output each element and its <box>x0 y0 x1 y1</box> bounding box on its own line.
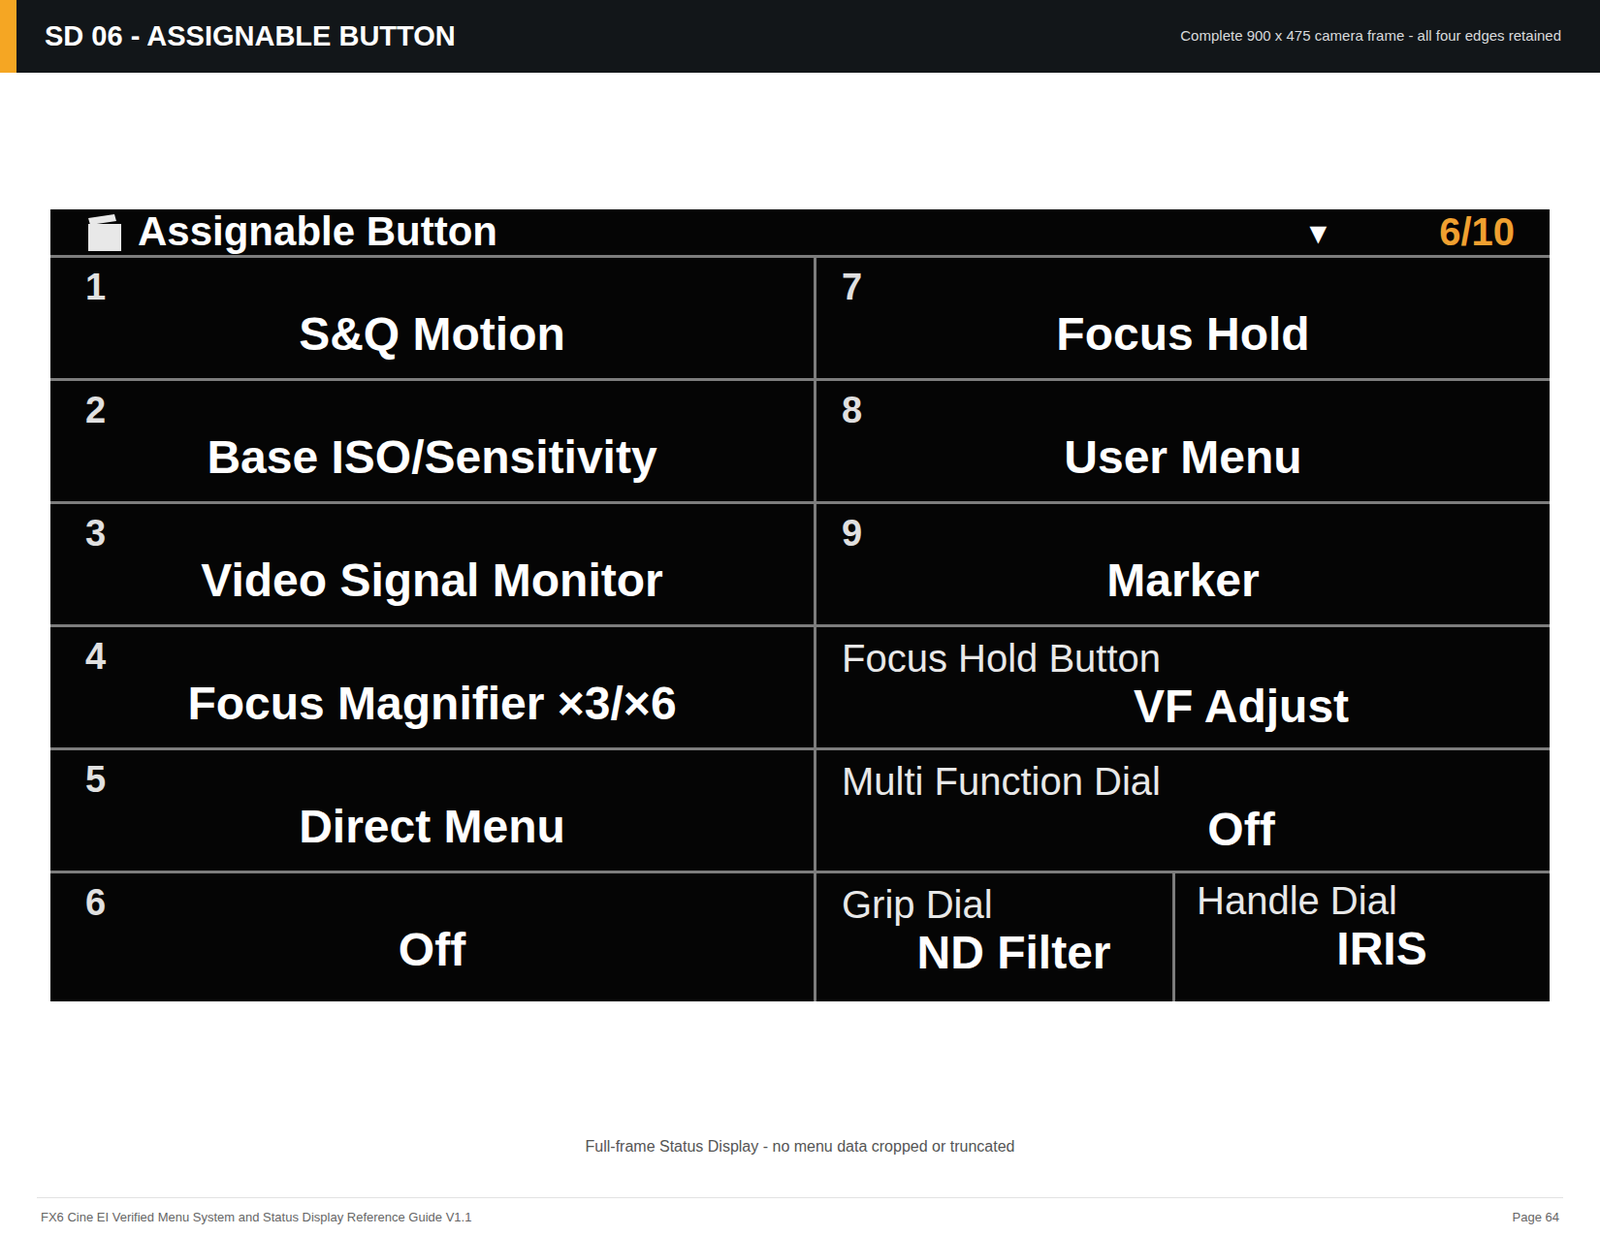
button-number: 1 <box>85 267 779 307</box>
button-function: Base ISO/Sensitivity <box>85 429 779 486</box>
page-indicator: 6/10 <box>1439 210 1515 254</box>
assign-row[interactable]: 5Direct Menu <box>50 750 814 874</box>
menu-title: Assignable Button <box>137 210 498 254</box>
assign-row[interactable]: 4Focus Magnifier ×3/×6 <box>50 627 814 751</box>
assign-row[interactable]: 2Base ISO/Sensitivity <box>50 381 814 505</box>
button-function: S&Q Motion <box>85 306 779 363</box>
control-label: Focus Hold Button <box>841 637 1525 680</box>
button-number: 7 <box>841 267 1525 307</box>
dial-cell[interactable]: Handle DialIRIS <box>1175 873 1550 1002</box>
button-number: 8 <box>841 390 1525 430</box>
assign-row[interactable]: 8User Menu <box>816 381 1550 505</box>
dial-function: IRIS <box>1196 922 1529 977</box>
assign-row[interactable]: 7Focus Hold <box>816 257 1550 382</box>
button-number: 3 <box>85 513 779 553</box>
button-function: Marker <box>841 552 1525 609</box>
button-number: 4 <box>85 637 779 676</box>
dial-cell[interactable]: Grip DialND Filter <box>816 873 1176 1002</box>
button-function: User Menu <box>841 429 1525 486</box>
assign-row[interactable]: 6Off <box>50 873 814 997</box>
dial-row: Grip DialND FilterHandle DialIRIS <box>816 873 1550 1002</box>
accent-stripe <box>0 0 17 73</box>
dial-function: ND Filter <box>841 926 1148 981</box>
control-function: VF Adjust <box>841 679 1525 735</box>
assign-row[interactable]: Focus Hold ButtonVF Adjust <box>816 627 1550 751</box>
button-function: Focus Magnifier ×3/×6 <box>85 675 779 733</box>
dial-label: Grip Dial <box>841 883 1148 927</box>
button-function: Focus Hold <box>841 306 1525 363</box>
menu-title-bar: Assignable Button ▼ 6/10 <box>50 209 1550 258</box>
camera-frame: Assignable Button ▼ 6/10 1S&Q Motion2Bas… <box>50 209 1550 1002</box>
assign-row[interactable]: 1S&Q Motion <box>50 257 814 382</box>
button-number: 6 <box>85 883 779 923</box>
footer-title: FX6 Cine EI Verified Menu System and Sta… <box>40 1208 472 1228</box>
assign-row[interactable]: 9Marker <box>816 504 1550 628</box>
caption: Full-frame Status Display - no menu data… <box>0 1135 1600 1159</box>
control-function: Off <box>841 802 1525 858</box>
clapper-icon <box>85 214 125 254</box>
button-function: Direct Menu <box>85 799 779 856</box>
page-number: Page 64 <box>1512 1208 1560 1228</box>
scroll-arrow[interactable]: ▼ <box>1303 214 1333 254</box>
assign-row[interactable]: 3Video Signal Monitor <box>50 504 814 628</box>
dial-label: Handle Dial <box>1196 879 1529 923</box>
button-number: 2 <box>85 390 779 430</box>
page-header: SD 06 - ASSIGNABLE BUTTON Complete 900 x… <box>0 0 1600 73</box>
button-function: Off <box>85 922 779 979</box>
header-note: Complete 900 x 475 camera frame - all fo… <box>1180 25 1562 48</box>
assign-row[interactable]: Multi Function DialOff <box>816 750 1550 874</box>
button-function: Video Signal Monitor <box>85 552 779 609</box>
page-title: SD 06 - ASSIGNABLE BUTTON <box>44 15 456 59</box>
button-number: 5 <box>85 760 779 800</box>
control-label: Multi Function Dial <box>841 760 1525 803</box>
button-number: 9 <box>841 513 1525 553</box>
